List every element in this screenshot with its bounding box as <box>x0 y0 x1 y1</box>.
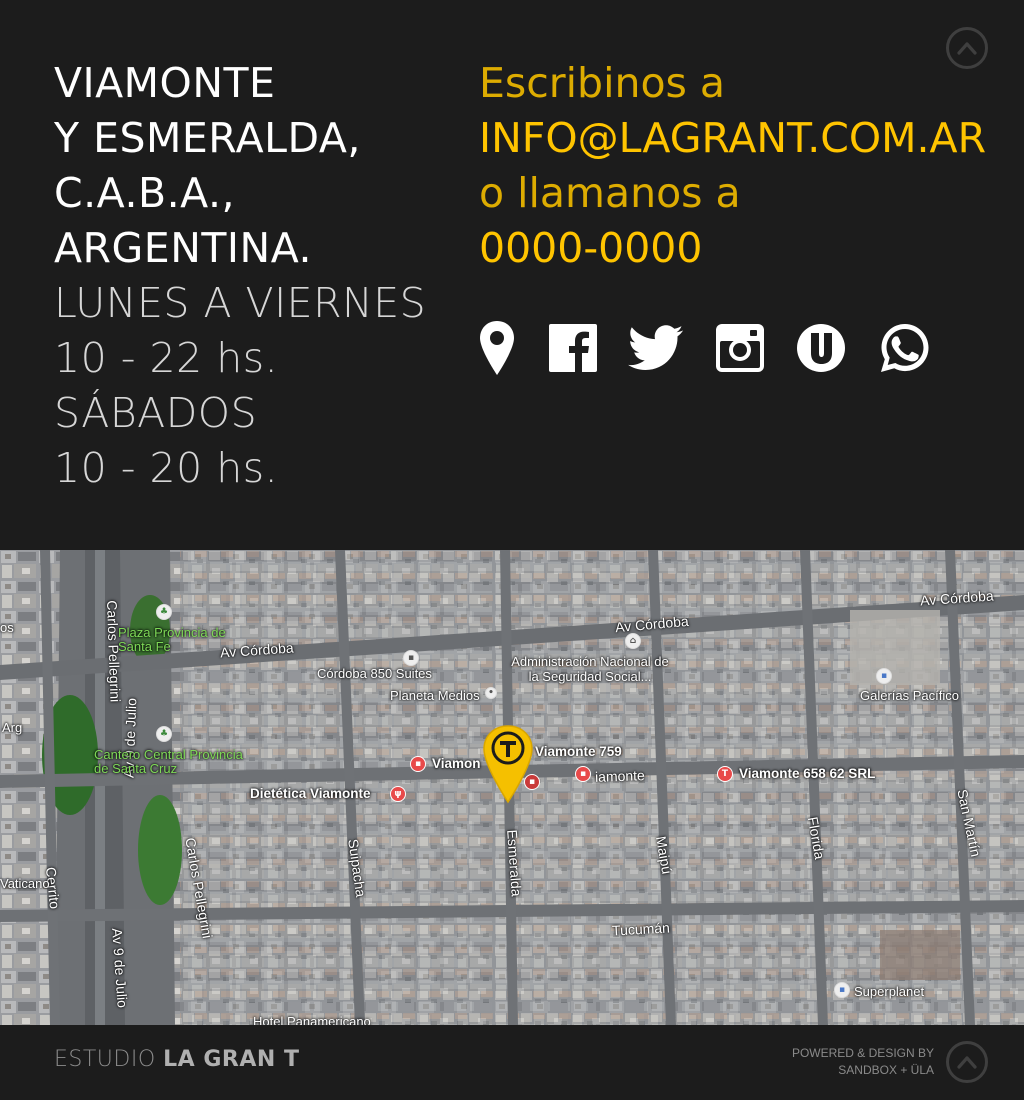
phone-link[interactable]: 0000-0000 <box>479 221 999 276</box>
place-label: Galerías Pacífico <box>860 688 959 703</box>
contact-block: Escribinos a INFO@LAGRANT.COM.AR o llama… <box>479 56 999 276</box>
credit-line: SANDBOX + ÜLA <box>838 1063 934 1077</box>
email-link[interactable]: INFO@LAGRANT.COM.AR <box>479 111 999 166</box>
twitter-icon <box>628 325 684 370</box>
hours-line: 10 - 20 hs. <box>54 444 279 492</box>
facebook-icon <box>549 324 597 372</box>
hotel-marker-icon[interactable]: ▪ <box>403 650 419 666</box>
place-marker-icon[interactable]: • <box>485 687 497 699</box>
instagram-icon <box>716 324 764 372</box>
place-label: Plaza Provincia de Santa Fe <box>118 625 226 654</box>
contact-section: VIAMONTE Y ESMERALDA, C.A.B.A., ARGENTIN… <box>0 0 1024 550</box>
address-line: Y ESMERALDA, <box>54 114 361 162</box>
u-icon <box>797 324 845 372</box>
footer: ESTUDIO LA GRAN T POWERED & DESIGN BY SA… <box>0 1025 1024 1100</box>
place-marker-icon[interactable]: T <box>717 766 733 782</box>
place-label: Viamonte 658 62 SRL <box>739 766 876 781</box>
social-links <box>478 318 938 378</box>
restaurant-marker-icon[interactable]: ψ <box>390 786 406 802</box>
brand-name: LA GRAN T <box>163 1047 300 1072</box>
place-label: Arg <box>2 720 23 735</box>
street-label: Tucumán <box>611 919 671 939</box>
twitter-link[interactable] <box>628 318 684 378</box>
park-marker-icon[interactable]: ♣ <box>156 726 172 742</box>
instagram-link[interactable] <box>716 318 764 378</box>
chevron-up-icon <box>957 42 977 55</box>
place-label: Cantero Central Provincia de Santa Cruz <box>94 747 243 776</box>
address-line: ARGENTINA. <box>54 224 313 272</box>
write-label: Escribinos a <box>479 59 726 107</box>
place-label: os <box>0 620 14 635</box>
shop-marker-icon[interactable]: ▪ <box>575 766 591 782</box>
place-label: Viamon <box>432 756 481 771</box>
place-label: Superplanet <box>854 984 925 999</box>
place-label: Viamonte 759 <box>535 744 622 759</box>
place-label: Dietética Viamonte <box>250 786 371 801</box>
scroll-top-button[interactable] <box>946 1041 988 1083</box>
call-label: o llamanos a <box>479 169 741 217</box>
hours-line: 10 - 22 hs. <box>54 334 279 382</box>
shopping-marker-icon[interactable]: ▪ <box>834 982 850 998</box>
map-pin-icon <box>480 321 514 375</box>
hotel-marker-icon[interactable]: ▪ <box>410 756 426 772</box>
address-block: VIAMONTE Y ESMERALDA, C.A.B.A., ARGENTIN… <box>54 56 454 496</box>
map-pin-link[interactable] <box>478 318 516 378</box>
u-link[interactable] <box>796 318 846 378</box>
place-label: Córdoba 850 Suites <box>317 666 432 681</box>
facebook-link[interactable] <box>548 318 598 378</box>
hours-line: SÁBADOS <box>54 389 258 437</box>
location-pin-icon[interactable] <box>482 724 534 804</box>
hours-line: LUNES A VIERNES <box>54 279 427 327</box>
place-label: Hotel Panamericano <box>253 1014 371 1025</box>
address-line: C.A.B.A., <box>54 169 236 217</box>
credits[interactable]: POWERED & DESIGN BY SANDBOX + ÜLA <box>792 1045 934 1079</box>
street-label: iamonte <box>594 767 646 785</box>
park-marker-icon[interactable]: ♣ <box>156 604 172 620</box>
whatsapp-icon <box>881 324 929 372</box>
shopping-marker-icon[interactable]: ▪ <box>876 668 892 684</box>
building-marker-icon[interactable]: ⌂ <box>625 633 641 649</box>
chevron-up-icon <box>957 1056 977 1069</box>
address-line: VIAMONTE <box>54 59 276 107</box>
brand-prefix: ESTUDIO <box>54 1047 164 1072</box>
footer-brand[interactable]: ESTUDIO LA GRAN T <box>54 1047 299 1072</box>
place-label: Vaticano <box>0 876 50 891</box>
place-label: Administración Nacional de la Seguridad … <box>511 654 669 684</box>
place-label: Planeta Medios <box>390 688 480 703</box>
whatsapp-link[interactable] <box>878 318 932 378</box>
credit-line: POWERED & DESIGN BY <box>791 1046 934 1060</box>
